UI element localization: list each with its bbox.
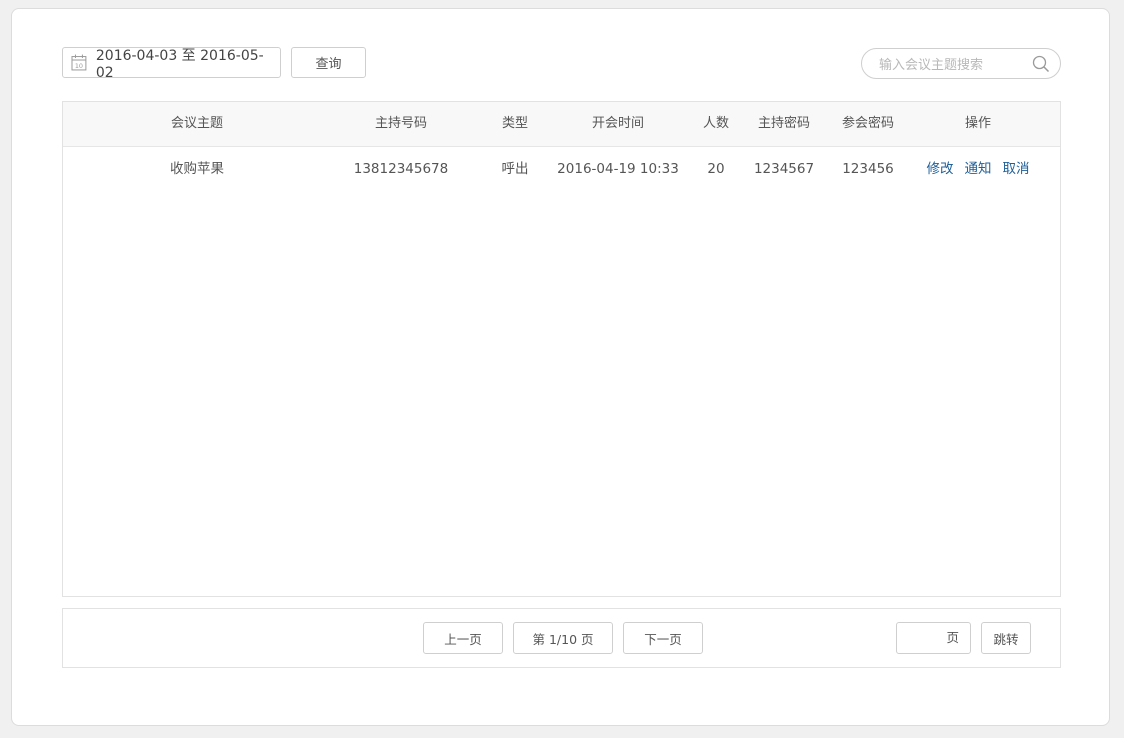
page-unit-label: 页 (946, 630, 959, 645)
header-count: 人数 (702, 116, 729, 131)
date-range-text: 2016-04-03 至 2016-05-02 (95, 47, 264, 81)
search-icon[interactable] (1032, 55, 1050, 73)
date-range-picker[interactable]: 10 2016-04-03 至 2016-05-02 (62, 47, 281, 81)
calendar-icon: 10 (71, 54, 87, 71)
header-actions: 操作 (964, 116, 991, 131)
search-input[interactable] (877, 55, 1031, 75)
header-join-password: 参会密码 (841, 116, 894, 131)
cell-type: 呼出 (501, 161, 529, 177)
cell-host-password: 1234567 (753, 161, 815, 177)
cancel-link[interactable]: 取消 (1003, 147, 1030, 191)
cell-count: 20 (707, 161, 725, 177)
cell-topic: 收购苹果 (170, 161, 224, 177)
header-type: 类型 (501, 116, 528, 131)
header-host-password: 主持密码 (757, 116, 810, 131)
meeting-table: 会议主题 主持号码 类型 开会时间 人数 主持密码 参会密码 操作 收购苹果 1… (62, 101, 1061, 597)
table-header: 会议主题 主持号码 类型 开会时间 人数 主持密码 参会密码 操作 (63, 102, 1060, 147)
svg-text:10: 10 (75, 62, 83, 70)
cell-host-number: 13812345678 (353, 161, 449, 177)
header-host-number: 主持号码 (374, 116, 427, 131)
page-number-input[interactable] (903, 630, 947, 648)
next-page-button[interactable]: 下一页 (623, 622, 703, 654)
search-box[interactable] (861, 48, 1061, 79)
main-card: 10 2016-04-03 至 2016-05-02 查询 会议主题 主持号码 … (11, 8, 1110, 726)
edit-link[interactable]: 修改 (927, 147, 954, 191)
page-number-field[interactable]: 页 (896, 622, 971, 654)
query-button[interactable]: 查询 (291, 47, 366, 78)
pagination-bar: 上一页 第 1/10 页 下一页 页 跳转 (62, 608, 1061, 668)
cell-start-time: 2016-04-19 10:33 (557, 161, 679, 177)
jump-button[interactable]: 跳转 (981, 622, 1031, 654)
header-start-time: 开会时间 (591, 116, 644, 131)
notify-link[interactable]: 通知 (965, 147, 992, 191)
cell-actions: 修改 通知 取消 (918, 147, 1038, 191)
page-indicator: 第 1/10 页 (513, 622, 613, 654)
header-topic: 会议主题 (170, 116, 223, 131)
prev-page-button[interactable]: 上一页 (423, 622, 503, 654)
table-row: 收购苹果 13812345678 呼出 2016-04-19 10:33 20 … (63, 147, 1060, 191)
cell-join-password: 123456 (842, 161, 894, 177)
